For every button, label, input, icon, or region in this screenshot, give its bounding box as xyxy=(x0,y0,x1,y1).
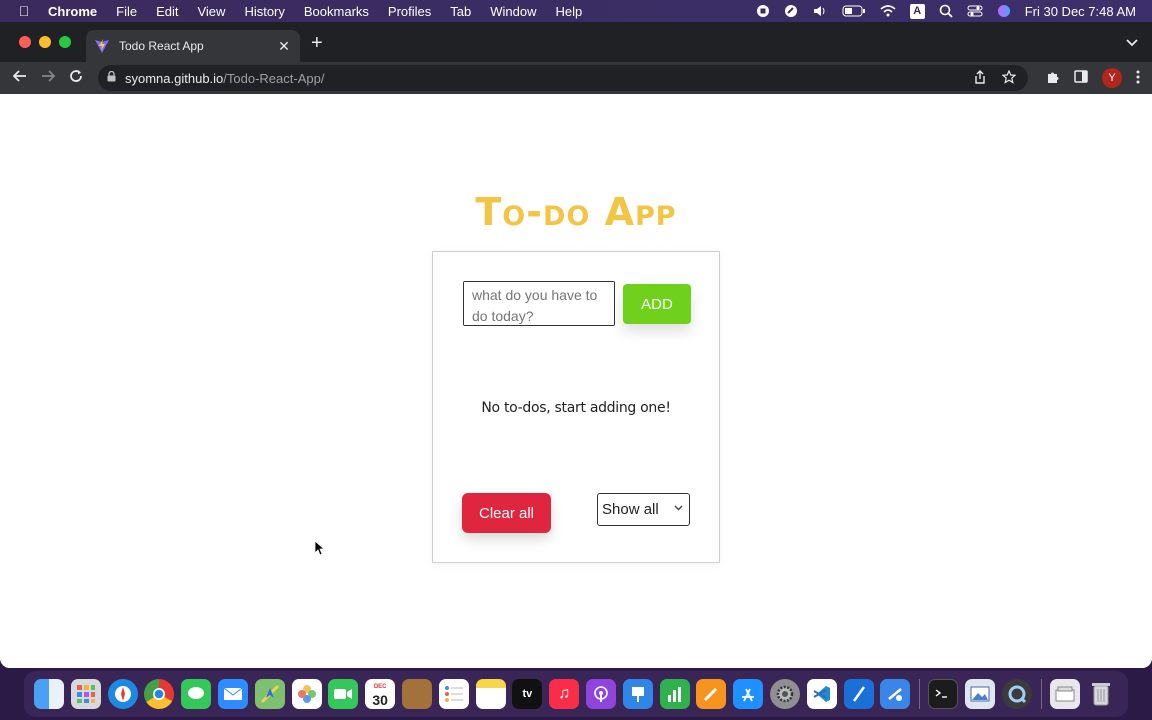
xcode-tools-icon[interactable] xyxy=(843,679,874,709)
menu-history[interactable]: History xyxy=(244,4,284,19)
downloads-stack-icon[interactable] xyxy=(1049,679,1080,709)
profile-avatar[interactable]: Y xyxy=(1102,68,1122,88)
app-title: To-do App xyxy=(475,190,677,234)
volume-icon[interactable] xyxy=(812,4,828,18)
menu-profiles[interactable]: Profiles xyxy=(388,4,431,19)
zoom-window-button[interactable] xyxy=(59,36,71,48)
podcasts-icon[interactable] xyxy=(585,679,616,709)
toolbar-actions: Y xyxy=(1046,68,1140,88)
menu-bar:  Chrome File Edit View History Bookmark… xyxy=(0,0,1152,22)
filter-select[interactable]: Show all xyxy=(597,493,690,526)
simulator-icon[interactable] xyxy=(880,679,911,709)
share-icon[interactable] xyxy=(974,69,986,87)
wifi-icon[interactable] xyxy=(880,5,896,17)
system-preferences-icon[interactable] xyxy=(769,679,800,709)
bookmark-star-icon[interactable] xyxy=(1001,69,1017,87)
lock-icon[interactable] xyxy=(107,70,116,85)
menu-tab[interactable]: Tab xyxy=(450,4,471,19)
terminal-icon[interactable] xyxy=(928,679,959,709)
mail-icon[interactable] xyxy=(217,679,248,709)
clear-all-button[interactable]: Clear all xyxy=(462,493,551,533)
apple-tv-icon[interactable]: tv xyxy=(512,679,543,709)
app-store-icon[interactable] xyxy=(733,679,764,709)
finder-icon[interactable] xyxy=(34,679,64,709)
page-content: To-do App ADD No to-dos, start adding on… xyxy=(0,94,1152,668)
trash-icon[interactable] xyxy=(1086,679,1116,709)
menu-help[interactable]: Help xyxy=(556,4,583,19)
battery-icon[interactable] xyxy=(842,5,866,17)
music-icon[interactable]: ♫ xyxy=(549,679,580,709)
quicktime-icon[interactable] xyxy=(1001,679,1032,709)
reload-icon[interactable] xyxy=(62,69,90,88)
dock: DEC 30 tv ♫ xyxy=(24,671,1128,717)
chrome-menu-kebab-icon[interactable] xyxy=(1136,70,1140,87)
control-center-icon[interactable] xyxy=(967,4,983,18)
search-icon[interactable] xyxy=(939,4,953,18)
vscode-icon[interactable] xyxy=(806,679,837,709)
status-area: A Fri 30 Dec 7:48 AM xyxy=(756,0,1152,22)
tab-title: Todo React App xyxy=(119,39,204,53)
forward-arrow-icon[interactable] xyxy=(34,69,62,87)
minimize-window-button[interactable] xyxy=(39,36,51,48)
menu-app-name[interactable]: Chrome xyxy=(48,4,97,19)
new-tab-button[interactable]: + xyxy=(311,33,323,53)
dock-separator xyxy=(919,679,921,709)
launchpad-icon[interactable] xyxy=(70,679,101,709)
dock-separator-2 xyxy=(1040,679,1042,709)
mouse-pointer-icon xyxy=(314,540,324,556)
menu-bookmarks[interactable]: Bookmarks xyxy=(304,4,369,19)
safari-icon[interactable] xyxy=(107,679,138,709)
photos-icon[interactable] xyxy=(291,679,322,709)
cast-icon[interactable] xyxy=(784,4,798,18)
todo-card: ADD No to-dos, start adding one! Clear a… xyxy=(432,251,720,563)
add-button[interactable]: ADD xyxy=(623,284,691,324)
pages-icon[interactable] xyxy=(696,679,727,709)
chrome-icon[interactable] xyxy=(144,679,175,709)
brown-notes-icon[interactable] xyxy=(401,679,432,709)
record-icon[interactable] xyxy=(756,4,770,18)
menu-file[interactable]: File xyxy=(116,4,137,19)
browser-window: Todo React App ✕ + syomna.github.io/Todo… xyxy=(0,22,1152,668)
maps-icon[interactable] xyxy=(254,679,285,709)
apple-logo-icon[interactable]:  xyxy=(16,3,32,19)
siri-icon[interactable] xyxy=(997,4,1011,18)
messages-icon[interactable] xyxy=(181,679,212,709)
extensions-puzzle-icon[interactable] xyxy=(1046,70,1060,87)
menu-edit[interactable]: Edit xyxy=(156,4,178,19)
keynote-icon[interactable] xyxy=(622,679,653,709)
url-path: /Todo-React-App/ xyxy=(223,70,325,86)
preview-icon[interactable] xyxy=(964,679,995,709)
address-bar[interactable]: syomna.github.io/Todo-React-App/ xyxy=(98,65,1028,91)
chevron-down-icon xyxy=(674,502,683,514)
menu-view[interactable]: View xyxy=(197,4,225,19)
filter-selected-value: Show all xyxy=(602,501,659,518)
numbers-icon[interactable] xyxy=(659,679,690,709)
side-panel-icon[interactable] xyxy=(1074,70,1088,86)
input-source-icon[interactable]: A xyxy=(909,3,925,19)
tab-search-chevron-icon[interactable] xyxy=(1126,36,1138,50)
back-arrow-icon[interactable] xyxy=(6,69,34,87)
todo-input[interactable] xyxy=(463,281,615,326)
browser-toolbar: syomna.github.io/Todo-React-App/ Y xyxy=(0,62,1152,94)
facetime-icon[interactable] xyxy=(328,679,359,709)
menu-window[interactable]: Window xyxy=(490,4,536,19)
url-host: syomna.github.io xyxy=(125,70,224,86)
reminders-icon[interactable] xyxy=(438,679,469,709)
window-controls xyxy=(19,36,71,48)
tab-close-icon[interactable]: ✕ xyxy=(276,38,292,55)
tab-active[interactable]: Todo React App ✕ xyxy=(86,30,300,62)
vite-favicon-icon xyxy=(95,39,109,53)
empty-message: No to-dos, start adding one! xyxy=(481,400,671,416)
calendar-icon[interactable]: DEC 30 xyxy=(365,679,396,709)
notes-icon[interactable] xyxy=(475,679,506,709)
close-window-button[interactable] xyxy=(19,36,31,48)
menubar-clock[interactable]: Fri 30 Dec 7:48 AM xyxy=(1025,4,1136,19)
tab-strip: Todo React App ✕ + xyxy=(0,22,1152,62)
